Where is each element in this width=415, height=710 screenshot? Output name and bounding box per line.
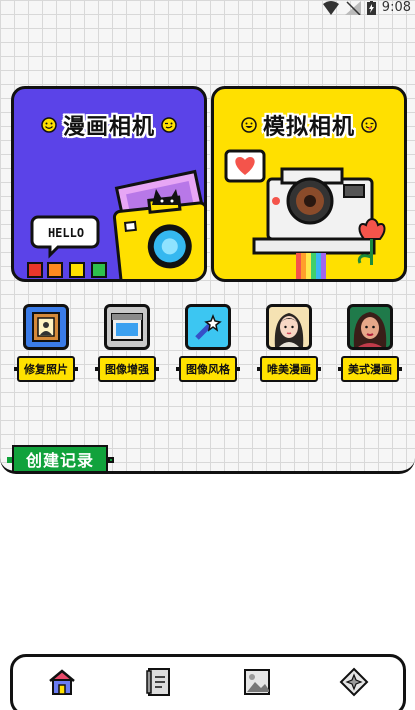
gallery-icon — [243, 669, 270, 695]
comic-girl-icon — [347, 304, 393, 350]
tool-restore-photo[interactable]: 修复照片 — [6, 304, 86, 382]
nav-home[interactable] — [44, 664, 80, 700]
home-icon — [48, 669, 75, 695]
bottom-nav — [10, 654, 406, 710]
anime-girl-icon — [266, 304, 312, 350]
tool-american-comic[interactable]: 美式漫画 — [330, 304, 410, 382]
tool-aesthetic-comic[interactable]: 唯美漫画 — [249, 304, 329, 382]
tool-aesthetic-comic-label: 唯美漫画 — [260, 356, 318, 382]
nav-discover[interactable] — [336, 664, 372, 700]
tool-american-comic-label: 美式漫画 — [341, 356, 399, 382]
smiley-icon — [41, 117, 57, 133]
tool-restore-photo-label: 修复照片 — [17, 356, 75, 382]
clock: 9:08 — [381, 0, 411, 15]
status-bar: 9:08 — [0, 0, 415, 16]
no-signal-icon — [344, 0, 361, 15]
wifi-icon — [322, 0, 339, 15]
comic-camera-title: 漫画相机 — [62, 115, 155, 140]
tool-image-enhance-label: 图像增强 — [98, 356, 156, 382]
portrait-frame-icon — [23, 304, 69, 350]
create-record-label: 创建记录 — [26, 451, 95, 470]
create-record-button[interactable]: 创建记录 — [7, 445, 115, 473]
battery-icon — [366, 0, 376, 15]
hello-bubble-text: HELLO — [48, 226, 84, 240]
analog-camera-card[interactable]: 模拟相机 — [211, 86, 407, 282]
analog-camera-title: 模拟相机 — [262, 115, 355, 140]
comic-camera-card[interactable]: HELLO 漫画相机 — [11, 86, 207, 282]
tool-image-style[interactable]: 图像风格 — [168, 304, 248, 382]
tongue-out-icon — [361, 117, 377, 133]
screen-enhance-icon — [104, 304, 150, 350]
grinning-icon — [241, 117, 257, 133]
magic-wand-icon — [185, 304, 231, 350]
tool-image-enhance[interactable]: 图像增强 — [87, 304, 167, 382]
discover-icon — [339, 667, 369, 697]
nav-album[interactable] — [141, 664, 177, 700]
tool-image-style-label: 图像风格 — [179, 356, 237, 382]
winking-smiley-icon — [161, 117, 177, 133]
nav-gallery[interactable] — [239, 664, 275, 700]
album-icon — [146, 668, 171, 696]
tools-row: 修复照片 图像增强 图像风格 唯美漫画 美式漫画 — [6, 304, 410, 382]
